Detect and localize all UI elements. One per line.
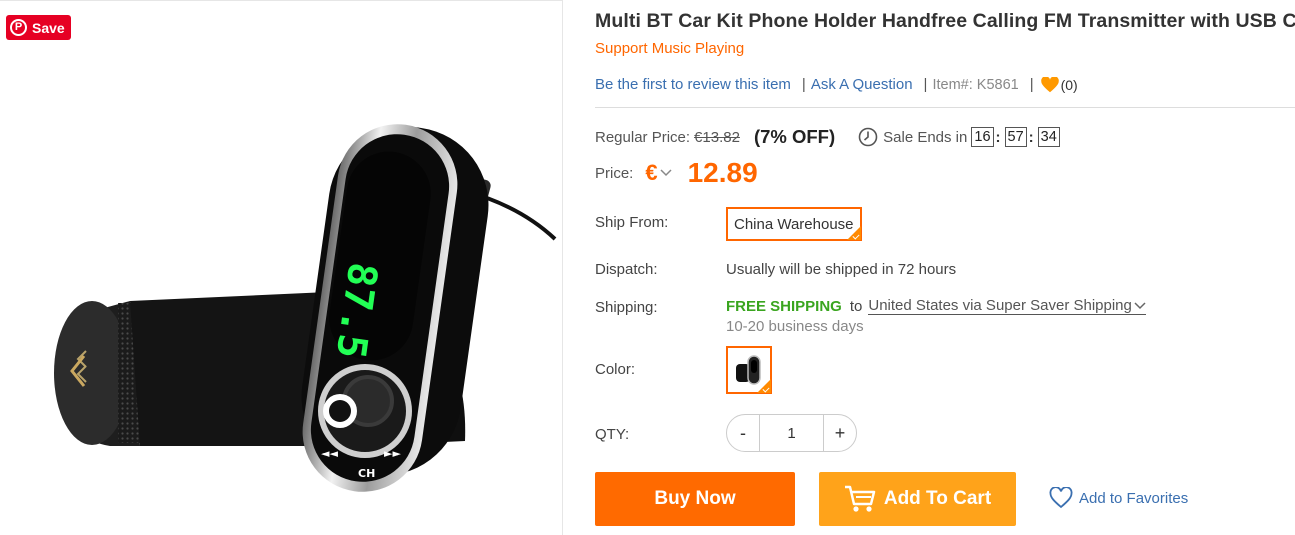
product-image[interactable]: 87.5 CH ◄◄ ►► [20,111,560,511]
timer-colon: : [995,128,1001,146]
add-to-cart-label: Add To Cart [883,488,992,509]
separator: | [923,76,928,93]
svg-text:◄◄: ◄◄ [321,447,338,460]
product-image-panel: P Save 87.5 CH ◄◄ ►► [0,0,563,535]
product-detail-panel: Multi BT Car Kit Phone Holder Handfree C… [595,0,1295,535]
timer-colon: : [1028,128,1034,146]
timer-hours: 16 [971,127,994,147]
product-subtitle: Support Music Playing [595,40,745,57]
divider [595,107,1295,108]
regular-price: €13.82 [694,128,740,146]
add-to-cart-button[interactable]: Add To Cart [819,472,1016,526]
free-shipping-badge: FREE SHIPPING [726,297,842,315]
pinterest-save-button[interactable]: P Save [6,15,71,40]
cart-icon [844,485,876,512]
regular-price-label: Regular Price: [595,128,691,146]
color-label: Color: [595,361,636,378]
dispatch-label: Dispatch: [595,261,658,278]
ship-from-option-china-warehouse[interactable]: China Warehouse [726,207,862,241]
shipping-label: Shipping: [595,299,658,316]
dispatch-value: Usually will be shipped in 72 hours [726,261,957,278]
price-row: Price: € 12.89 [595,157,758,189]
sale-ends-label: Sale Ends in [883,128,968,146]
qty-increment-button[interactable]: + [824,415,856,451]
buy-now-button[interactable]: Buy Now [595,472,795,526]
qty-input[interactable] [759,415,824,451]
regular-price-row: Regular Price: €13.82 (7% OFF) Sale Ends… [595,126,1060,148]
shipping-to-text: to [849,297,863,315]
color-swatch-black[interactable] [726,346,772,394]
svg-text:CH: CH [358,467,375,480]
favorite-heart-icon[interactable] [1040,76,1059,93]
pinterest-icon: P [10,19,27,36]
discount-badge: (7% OFF) [753,126,836,147]
shipping-value: FREE SHIPPING to United States via Super… [726,297,1146,315]
clock-icon [858,127,878,147]
quantity-stepper: - + [726,414,857,452]
product-title: Multi BT Car Kit Phone Holder Handfree C… [595,10,1295,32]
timer-minutes: 57 [1004,127,1027,147]
separator: | [1029,76,1034,93]
svg-text:►►: ►► [384,447,401,460]
favorites-count: (0) [1060,76,1078,93]
shipping-method-dropdown[interactable]: United States via Super Saver Shipping [868,297,1146,315]
chevron-down-icon [1134,301,1146,309]
add-to-favorites-link[interactable]: Add to Favorites [1049,487,1188,509]
item-number: Item#: K5861 [932,76,1019,93]
shipping-days: 10-20 business days [726,318,864,335]
shipping-destination: United States via Super Saver Shipping [868,297,1132,314]
pinterest-save-label: Save [32,19,65,36]
chevron-down-icon[interactable] [660,169,672,177]
selected-check-icon [757,379,771,393]
add-to-favorites-label: Add to Favorites [1079,489,1189,507]
buy-now-label: Buy Now [654,488,736,509]
write-review-link[interactable]: Be the first to review this item [595,76,791,93]
separator: | [801,76,806,93]
currency-selector[interactable]: € [645,160,657,186]
current-price: 12.89 [687,157,758,188]
price-label: Price: [595,164,634,182]
ask-question-link[interactable]: Ask A Question [811,76,913,93]
ship-from-label: Ship From: [595,214,669,231]
qty-decrement-button[interactable]: - [727,415,759,451]
heart-outline-icon [1049,487,1073,509]
ship-from-value: China Warehouse [734,215,854,233]
timer-seconds: 34 [1037,127,1060,147]
review-row: Be the first to review this item | Ask A… [595,76,1078,93]
qty-label: QTY: [595,426,630,443]
selected-check-icon [846,226,861,240]
